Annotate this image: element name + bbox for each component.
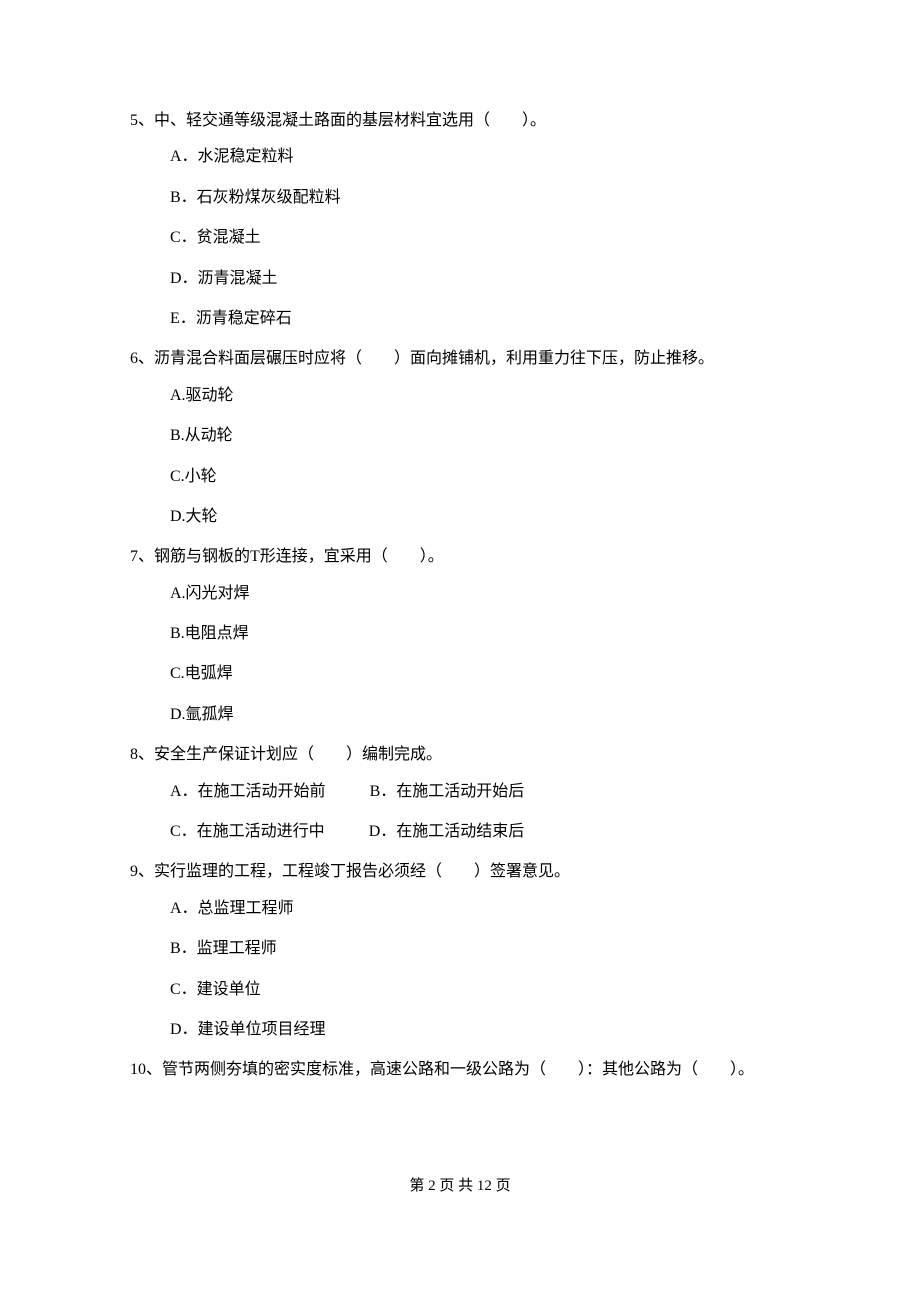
option-9-d: D．建设单位项目经理 <box>170 1019 790 1041</box>
option-6-a: A.驱动轮 <box>170 385 790 407</box>
question-5: 5、中、轻交通等级混凝土路面的基层材料宜选用（ ）。 A．水泥稳定粒料 B．石灰… <box>130 110 790 330</box>
question-8-stem: 8、安全生产保证计划应（ ）编制完成。 <box>130 744 790 766</box>
question-6-options: A.驱动轮 B.从动轮 C.小轮 D.大轮 <box>130 385 790 529</box>
question-5-options: A．水泥稳定粒料 B．石灰粉煤灰级配粒料 C．贫混凝土 D．沥青混凝土 E．沥青… <box>130 146 790 330</box>
question-8-options: A．在施工活动开始前 B．在施工活动开始后 C．在施工活动进行中 D．在施工活动… <box>130 781 790 844</box>
option-8-row-1: A．在施工活动开始前 B．在施工活动开始后 <box>170 781 790 803</box>
page: 5、中、轻交通等级混凝土路面的基层材料宜选用（ ）。 A．水泥稳定粒料 B．石灰… <box>0 0 920 1302</box>
option-5-b: B．石灰粉煤灰级配粒料 <box>170 187 790 209</box>
option-7-c: C.电弧焊 <box>170 663 790 685</box>
page-number: 第 2 页 共 12 页 <box>0 1176 920 1197</box>
question-6: 6、沥青混合料面层碾压时应将（ ）面向摊铺机，利用重力往下压，防止推移。 A.驱… <box>130 348 790 528</box>
option-9-b: B．监理工程师 <box>170 938 790 960</box>
option-6-b: B.从动轮 <box>170 425 790 447</box>
question-9-options: A．总监理工程师 B．监理工程师 C．建设单位 D．建设单位项目经理 <box>130 898 790 1042</box>
option-8-c: C．在施工活动进行中 <box>170 821 325 843</box>
option-8-d: D．在施工活动结束后 <box>369 821 525 843</box>
question-9: 9、实行监理的工程，工程竣丁报告必须经（ ）签署意见。 A．总监理工程师 B．监… <box>130 861 790 1041</box>
question-7: 7、钢筋与钢板的T形连接，宜采用（ ）。 A.闪光对焊 B.电阻点焊 C.电弧焊… <box>130 546 790 726</box>
option-5-e: E．沥青稳定碎石 <box>170 308 790 330</box>
question-8: 8、安全生产保证计划应（ ）编制完成。 A．在施工活动开始前 B．在施工活动开始… <box>130 744 790 843</box>
question-5-stem: 5、中、轻交通等级混凝土路面的基层材料宜选用（ ）。 <box>130 110 790 132</box>
option-5-d: D．沥青混凝土 <box>170 268 790 290</box>
question-6-stem: 6、沥青混合料面层碾压时应将（ ）面向摊铺机，利用重力往下压，防止推移。 <box>130 348 790 370</box>
option-5-a: A．水泥稳定粒料 <box>170 146 790 168</box>
option-5-c: C．贫混凝土 <box>170 227 790 249</box>
option-6-d: D.大轮 <box>170 506 790 528</box>
option-6-c: C.小轮 <box>170 466 790 488</box>
question-9-stem: 9、实行监理的工程，工程竣丁报告必须经（ ）签署意见。 <box>130 861 790 883</box>
option-7-d: D.氩孤焊 <box>170 704 790 726</box>
option-7-b: B.电阻点焊 <box>170 623 790 645</box>
option-8-a: A．在施工活动开始前 <box>170 781 326 803</box>
option-9-c: C．建设单位 <box>170 979 790 1001</box>
question-7-options: A.闪光对焊 B.电阻点焊 C.电弧焊 D.氩孤焊 <box>130 583 790 727</box>
question-10: 10、管节两侧夯填的密实度标准，高速公路和一级公路为（ ）：其他公路为（ ）。 <box>130 1059 790 1081</box>
option-8-b: B．在施工活动开始后 <box>370 781 525 803</box>
question-7-stem: 7、钢筋与钢板的T形连接，宜采用（ ）。 <box>130 546 790 568</box>
option-8-row-2: C．在施工活动进行中 D．在施工活动结束后 <box>170 821 790 843</box>
question-10-stem: 10、管节两侧夯填的密实度标准，高速公路和一级公路为（ ）：其他公路为（ ）。 <box>130 1059 790 1081</box>
option-7-a: A.闪光对焊 <box>170 583 790 605</box>
option-9-a: A．总监理工程师 <box>170 898 790 920</box>
